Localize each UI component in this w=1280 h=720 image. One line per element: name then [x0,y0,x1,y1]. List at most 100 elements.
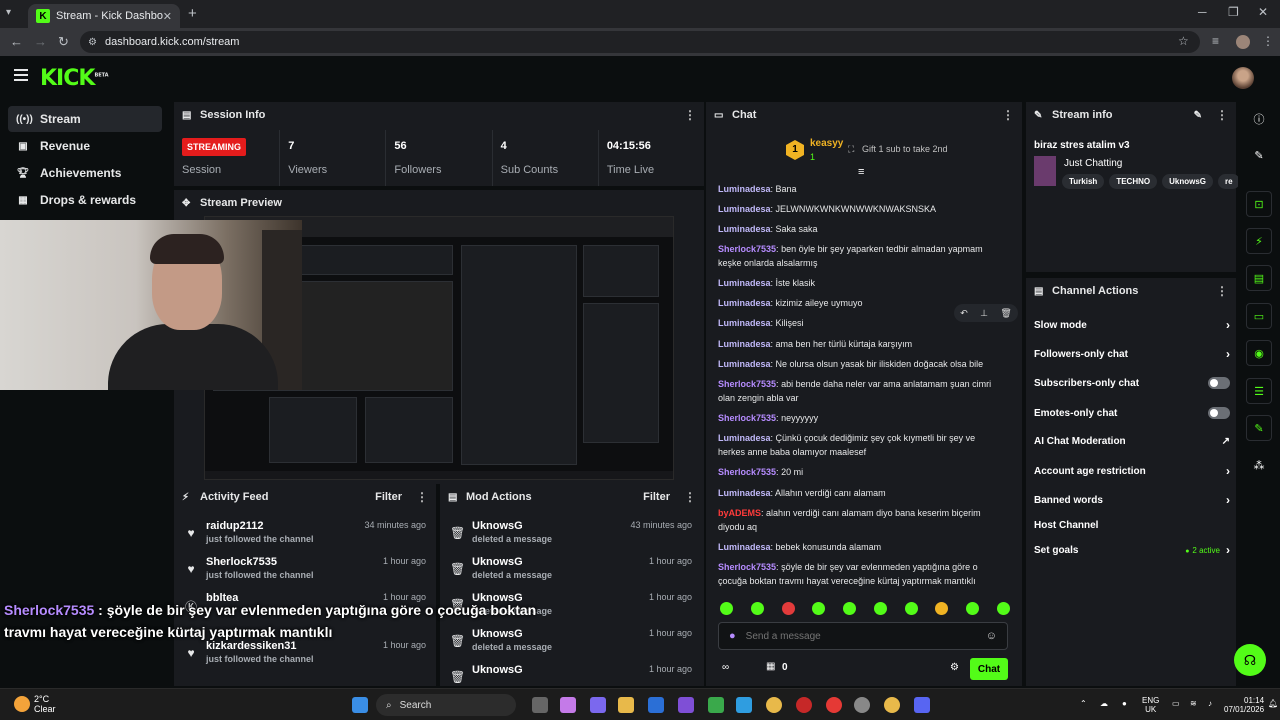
chat-username[interactable]: Sherlock7535 [718,379,776,389]
chat-message[interactable]: Luminadesa: bebek konusunda alamam [718,540,998,554]
mod-user[interactable]: UknowsG [472,628,523,640]
microphone-icon[interactable]: ● [1122,699,1127,708]
users-icon[interactable]: ⁂ [1246,452,1272,478]
mic-icon[interactable]: ● [729,630,736,642]
tray-chevron-up-icon[interactable]: ⌃ [1080,699,1087,708]
chat-username[interactable]: Luminadesa [718,224,771,234]
chat-message[interactable]: Luminadesa: Çünkü çocuk dediğimiz şey ço… [718,431,998,459]
chat-message[interactable]: Luminadesa: Bana [718,182,998,196]
chat-message[interactable]: Luminadesa: İste klasik [718,276,998,290]
media-controls-icon[interactable]: ≡ [1212,34,1219,48]
nav-item-achievements[interactable]: 🏆︎ Achievements [8,160,162,186]
chrome-icon[interactable] [766,697,782,713]
chat-settings-gear-icon[interactable]: ⚙ [950,662,959,673]
emote-icon[interactable] [904,602,918,615]
teams-icon[interactable] [590,697,606,713]
wrench-icon[interactable]: ✎ [1246,415,1272,441]
user-avatar[interactable] [1232,67,1254,89]
community-icon[interactable]: ∞ [722,662,729,673]
weather-widget[interactable]: 2°C Clear [34,694,56,714]
site-info-icon[interactable]: ⚙ [88,37,97,48]
chat-username[interactable]: Luminadesa [718,542,771,552]
pin-icon[interactable]: ⊥ [980,308,988,319]
onedrive-icon[interactable]: ☁ [1100,699,1108,708]
volume-icon[interactable]: ♪ [1208,699,1212,708]
browser-tab[interactable]: K Stream - Kick Dashboard ✕ [28,4,180,28]
action-banned-words[interactable]: Banned words › [1034,490,1230,510]
chat-message[interactable]: Luminadesa: Saka saka [718,222,998,236]
category-thumbnail[interactable] [1034,156,1056,186]
info-circle-icon[interactable]: ⓘ [1246,106,1272,132]
forward-icon[interactable]: → [34,34,47,49]
chrome-icon[interactable] [884,697,900,713]
action-slow-mode[interactable]: Slow mode › [1034,315,1230,335]
chat-username[interactable]: Luminadesa [718,298,771,308]
moderation-icon[interactable]: ☰ [1246,378,1272,404]
action-account-age[interactable]: Account age restriction › [1034,461,1230,481]
emote-icon[interactable] [996,602,1010,615]
hamburger-menu-icon[interactable] [14,69,28,81]
back-icon[interactable]: ← [10,34,23,49]
tag[interactable]: Turkish [1062,174,1105,189]
more-options-icon[interactable]: ⋮ [1216,108,1228,122]
browser-menu-icon[interactable]: ⋮ [1262,34,1274,48]
tag[interactable]: TECHNO [1109,174,1158,189]
discord-icon[interactable] [914,697,930,713]
subscribers-only-toggle[interactable] [1208,377,1230,389]
chat-message[interactable]: byADEMS: alahın verdiği canı alamam diyo… [718,506,998,534]
emotes-only-toggle[interactable] [1208,407,1230,419]
emote-icon[interactable] [873,602,887,615]
action-set-goals[interactable]: Set goals 2 active › [1034,540,1230,560]
capture-icon[interactable]: ⊡ [1246,191,1272,217]
more-options-icon[interactable]: ⋮ [684,108,696,122]
more-options-icon[interactable]: ⋮ [416,490,428,504]
reply-icon[interactable]: ↶ [960,308,968,319]
action-followers-only[interactable]: Followers-only chat › [1034,344,1230,364]
emote-icon[interactable] [843,602,857,615]
filter-button[interactable]: Filter [375,491,402,503]
profile-avatar-icon[interactable] [1236,35,1250,49]
filter-button[interactable]: Filter [643,491,670,503]
action-host-channel[interactable]: Host Channel [1034,515,1230,535]
nav-item-stream[interactable]: ((•)) Stream [8,106,162,132]
category-name[interactable]: Just Chatting [1064,158,1122,169]
chat-username[interactable]: Sherlock7535 [718,562,776,572]
opera-icon[interactable] [826,697,842,713]
chat-message[interactable]: Luminadesa: ama ben her türlü kürtaja ka… [718,337,998,351]
file-explorer-icon[interactable] [618,697,634,713]
emote-icon[interactable] [781,602,795,615]
help-headset-icon[interactable]: ☊ [1234,644,1266,676]
windows-start-icon[interactable] [352,697,368,713]
clock[interactable]: 01:14 07/01/2026 [1224,696,1264,714]
delete-icon[interactable]: 🗑︎ [1000,308,1011,319]
nav-item-revenue[interactable]: ▣ Revenue [8,133,162,159]
chat-input[interactable] [745,630,986,642]
mod-user[interactable]: UknowsG [472,556,523,568]
chat-username[interactable]: Sherlock7535 [718,467,776,477]
gift-box-icon[interactable]: ▦ [766,661,775,672]
chat-message[interactable]: Sherlock7535: abi bende daha neler var a… [718,377,998,405]
mod-user[interactable]: UknowsG [472,664,523,676]
language-indicator[interactable]: ENG UK [1142,696,1159,714]
broadcast-icon[interactable]: ◉ [1246,340,1272,366]
mod-user[interactable]: UknowsG [472,520,523,532]
emote-icon[interactable] [935,602,949,615]
nav-item-drops[interactable]: ▦ Drops & rewards [8,187,162,213]
chat-message[interactable]: Luminadesa: Allahın verdiği canı alamam [718,486,998,500]
activity-user[interactable]: raidup2112 [206,520,263,532]
emote-icon[interactable] [812,602,826,615]
wifi-icon[interactable]: ≋ [1190,699,1197,708]
edit-pencil-icon[interactable]: ✎ [1246,142,1272,168]
chat-username[interactable]: Luminadesa [718,318,771,328]
emoji-picker-icon[interactable]: ☺ [986,630,997,642]
chat-username[interactable]: Luminadesa [718,433,771,443]
gift-sub-prompt[interactable]: Gift 1 sub to take 2nd [862,144,948,154]
notifications-icon[interactable]: 🔔︎ [1268,699,1278,708]
chat-username[interactable]: Sherlock7535 [718,244,776,254]
chat-message[interactable]: Sherlock7535: şöyle de bir şey var evlen… [718,560,998,588]
edge-icon[interactable] [736,697,752,713]
close-window-icon[interactable]: ✕ [1258,5,1268,19]
chat-username[interactable]: Sherlock7535 [718,413,776,423]
activity-user[interactable]: Sherlock7535 [206,556,277,568]
taskbar-search[interactable]: ⌕ Search [376,694,516,716]
